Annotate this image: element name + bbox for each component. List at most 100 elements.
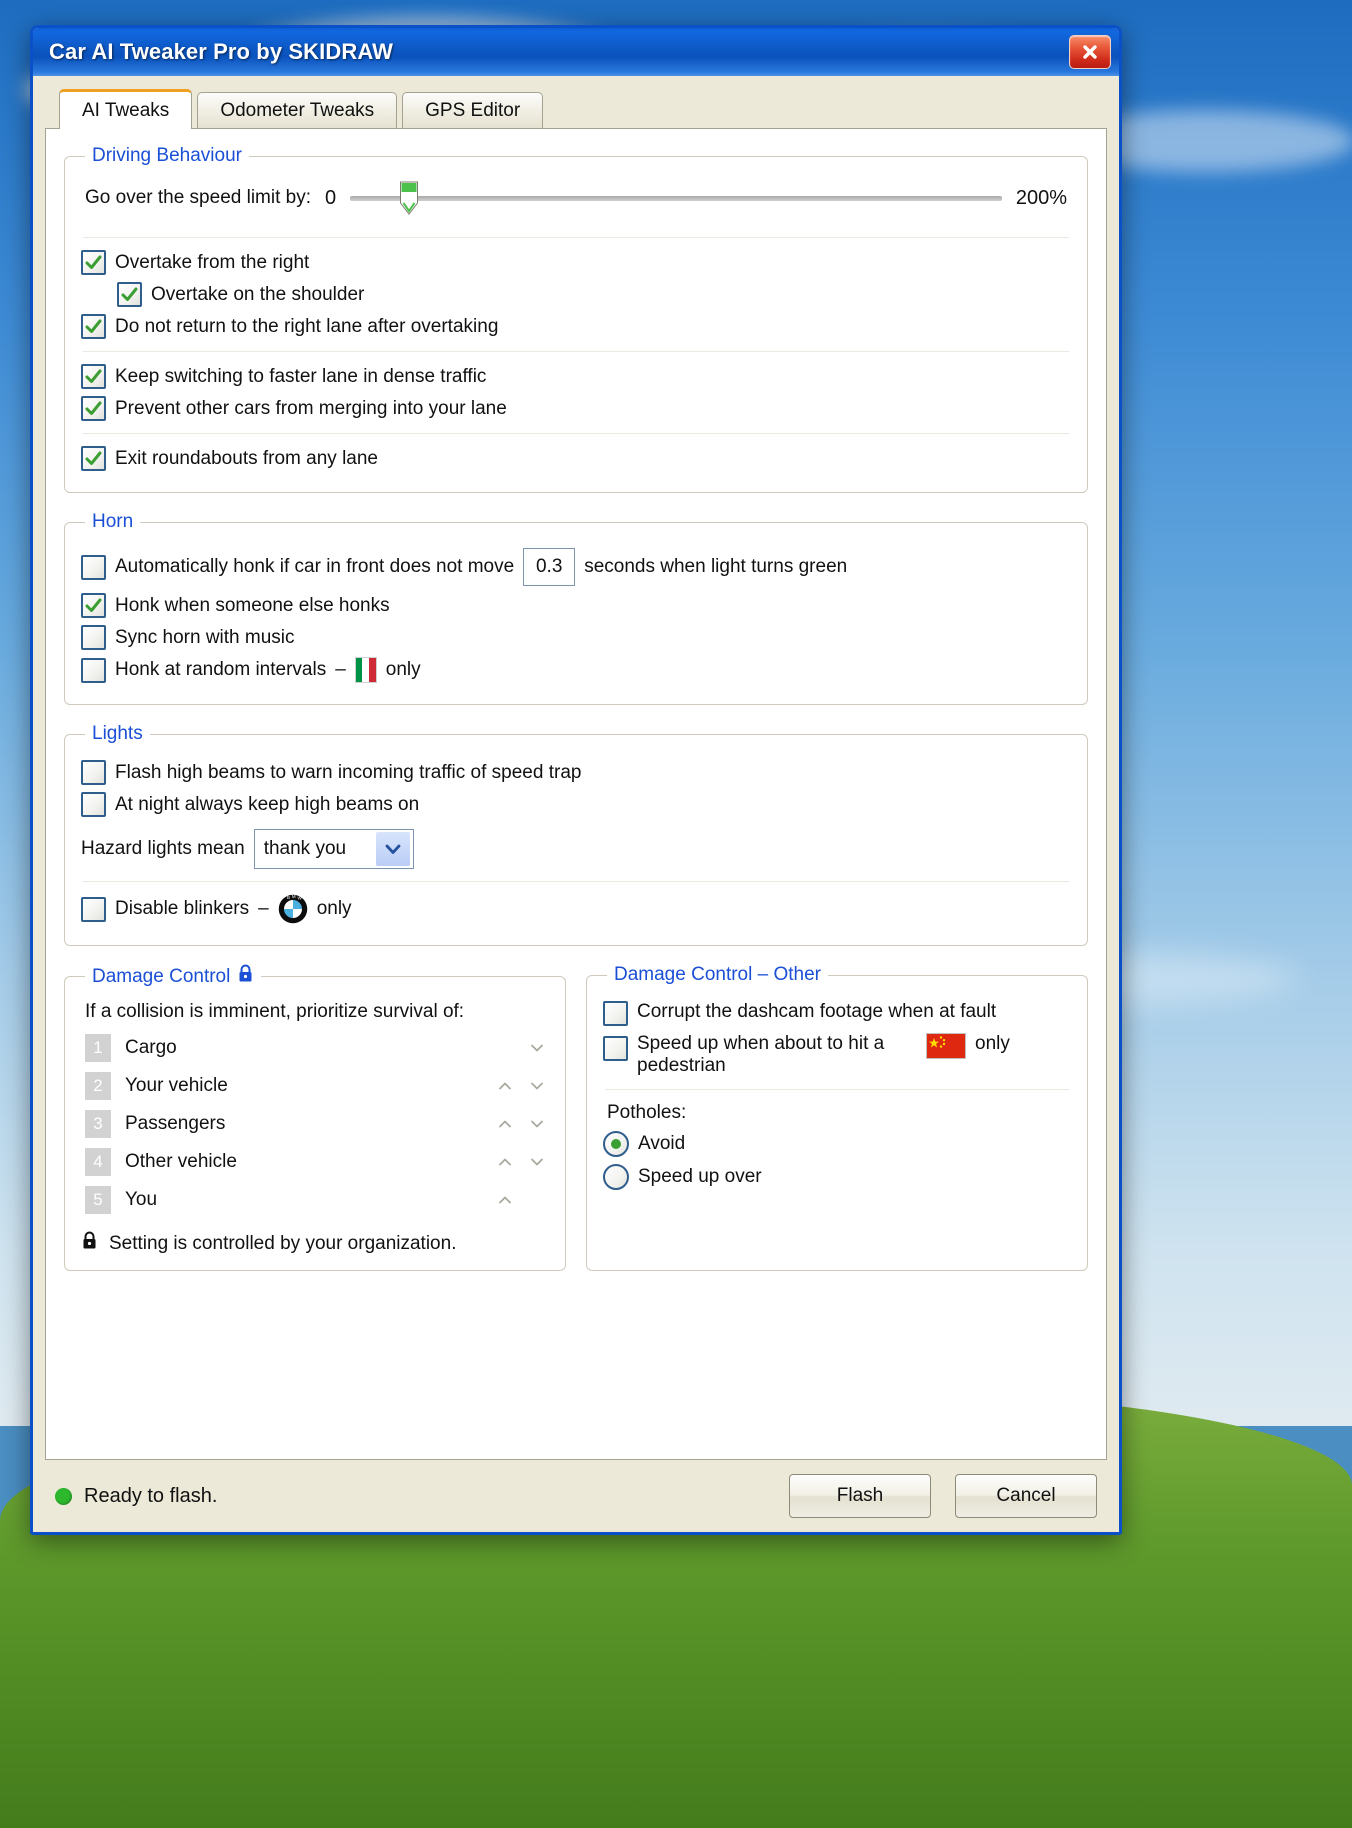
cancel-button[interactable]: Cancel: [955, 1474, 1097, 1518]
tab-gps-editor[interactable]: GPS Editor: [402, 92, 544, 128]
divider: [83, 433, 1069, 434]
priority-row[interactable]: 5 You: [81, 1181, 549, 1219]
status-text: Ready to flash.: [84, 1484, 218, 1507]
slider-thumb[interactable]: [399, 181, 418, 215]
checkbox-honk-random-intervals[interactable]: [81, 657, 106, 683]
move-up-icon[interactable]: [497, 1192, 513, 1208]
checkbox-label: Overtake from the right: [115, 251, 310, 273]
hazard-lights-row: Hazard lights mean thank you: [81, 829, 1071, 869]
group-legend-damage-control: Damage Control: [85, 964, 261, 989]
checkbox-row-keep-switching-lane[interactable]: Keep switching to faster lane in dense t…: [81, 364, 1071, 389]
checkbox-exit-roundabouts[interactable]: [81, 446, 106, 471]
radio-potholes-avoid[interactable]: [603, 1131, 629, 1157]
speed-limit-slider[interactable]: [350, 181, 1002, 215]
priority-name: You: [125, 1189, 158, 1210]
move-down-icon[interactable]: [529, 1078, 545, 1094]
checkbox-row-random-intervals[interactable]: Honk at random intervals – only: [81, 657, 1071, 683]
tab-odometer-tweaks[interactable]: Odometer Tweaks: [197, 92, 398, 128]
check-icon: [85, 255, 102, 269]
dash-separator: –: [258, 898, 269, 919]
radio-label: Avoid: [638, 1133, 686, 1154]
potholes-label: Potholes:: [607, 1102, 687, 1123]
checkbox-speed-up-pedestrian[interactable]: [603, 1036, 628, 1061]
checkbox-row-overtake-right[interactable]: Overtake from the right: [81, 250, 1071, 275]
move-down-icon[interactable]: [529, 1154, 545, 1170]
move-up-icon[interactable]: [497, 1154, 513, 1170]
tab-label: Odometer Tweaks: [220, 99, 375, 121]
checkbox-row-no-return-right-lane[interactable]: Do not return to the right lane after ov…: [81, 314, 1071, 339]
checkbox-corrupt-dashcam[interactable]: [603, 1001, 628, 1026]
checkbox-honk-when-someone-honks[interactable]: [81, 593, 106, 618]
radio-label: Speed up over: [638, 1166, 762, 1187]
tab-ai-tweaks[interactable]: AI Tweaks: [59, 89, 193, 129]
priority-row[interactable]: 3 Passengers: [81, 1105, 549, 1143]
checkbox-auto-honk[interactable]: [81, 554, 106, 580]
checkbox-row-disable-blinkers[interactable]: Disable blinkers – B M W only: [81, 894, 1071, 924]
damage-control-prompt: If a collision is imminent, prioritize s…: [85, 1001, 465, 1022]
move-up-icon[interactable]: [497, 1116, 513, 1132]
checkbox-row-sync-horn-music[interactable]: Sync horn with music: [81, 625, 1071, 650]
move-up-icon[interactable]: [497, 1078, 513, 1094]
checkbox-row-night-high-beams[interactable]: At night always keep high beams on: [81, 792, 1071, 817]
checkbox-row-honk-when-others-honk[interactable]: Honk when someone else honks: [81, 593, 1071, 618]
china-flag-icon: [926, 1033, 966, 1059]
priority-row[interactable]: 1 Cargo: [81, 1029, 549, 1067]
checkbox-row-flash-high-beams[interactable]: Flash high beams to warn incoming traffi…: [81, 760, 1071, 785]
checkbox-disable-blinkers[interactable]: [81, 896, 106, 922]
priority-row[interactable]: 2 Your vehicle: [81, 1067, 549, 1105]
checkbox-overtake-on-shoulder[interactable]: [117, 282, 142, 307]
checkbox-overtake-from-right[interactable]: [81, 250, 106, 275]
svg-text:W: W: [297, 896, 302, 901]
priority-row[interactable]: 4 Other vehicle: [81, 1143, 549, 1181]
checkbox-flash-high-beams[interactable]: [81, 760, 106, 785]
hazard-lights-select[interactable]: thank you: [253, 829, 414, 869]
auto-honk-row[interactable]: Automatically honk if car in front does …: [81, 548, 1071, 586]
checkbox-label: Honk at random intervals: [115, 659, 327, 680]
checkbox-row-overtake-shoulder[interactable]: Overtake on the shoulder: [117, 282, 1071, 307]
window-title: Car AI Tweaker Pro by SKIDRAW: [49, 39, 393, 64]
move-down-icon[interactable]: [529, 1116, 545, 1132]
checkbox-label: Sync horn with music: [115, 626, 295, 648]
auto-honk-text-before: Automatically honk if car in front does …: [115, 556, 515, 577]
checkbox-row-exit-roundabouts[interactable]: Exit roundabouts from any lane: [81, 446, 1071, 471]
check-icon: [85, 451, 102, 465]
priority-name: Other vehicle: [125, 1151, 237, 1172]
checkbox-row-speed-up-pedestrian[interactable]: Speed up when about to hit a pedestrian: [603, 1033, 1071, 1077]
checkbox-row-prevent-merging[interactable]: Prevent other cars from merging into you…: [81, 396, 1071, 421]
auto-honk-seconds-input[interactable]: 0.3: [523, 548, 576, 586]
chevron-down-icon[interactable]: [375, 832, 410, 866]
status-bar: Ready to flash. Flash Cancel: [33, 1460, 1119, 1532]
checkbox-label: Corrupt the dashcam footage when at faul…: [637, 1001, 997, 1022]
svg-text:M: M: [292, 894, 296, 899]
title-bar: Car AI Tweaker Pro by SKIDRAW: [33, 28, 1119, 76]
checkbox-label: Keep switching to faster lane in dense t…: [115, 365, 487, 387]
flag-suffix-label: only: [975, 1033, 1010, 1054]
lock-icon: [81, 1231, 98, 1256]
checkbox-night-keep-high-beams[interactable]: [81, 792, 106, 817]
close-button[interactable]: [1069, 35, 1111, 69]
move-down-icon[interactable]: [529, 1040, 545, 1056]
group-legend-horn: Horn: [92, 511, 134, 532]
app-window: Car AI Tweaker Pro by SKIDRAW AI Tweaks …: [30, 25, 1122, 1535]
close-icon: [1083, 45, 1097, 59]
checkbox-do-not-return-right-lane[interactable]: [81, 314, 106, 339]
checkbox-label: Do not return to the right lane after ov…: [115, 315, 499, 337]
checkbox-keep-switching-faster-lane[interactable]: [81, 364, 106, 389]
checkbox-label: At night always keep high beams on: [115, 793, 420, 815]
checkbox-row-corrupt-dashcam[interactable]: Corrupt the dashcam footage when at faul…: [603, 1001, 1071, 1026]
group-legend-driving-behaviour: Driving Behaviour: [92, 145, 242, 166]
slider-max-label: 200%: [1015, 186, 1067, 209]
divider: [83, 881, 1069, 882]
divider: [83, 237, 1069, 238]
radio-row-speed-up-over[interactable]: Speed up over: [603, 1164, 1071, 1190]
checkbox-prevent-merging[interactable]: [81, 396, 106, 421]
hazard-lights-label: Hazard lights mean: [81, 838, 245, 859]
radio-potholes-speed-up-over[interactable]: [603, 1164, 629, 1190]
checkbox-label: Speed up when about to hit a pedestrian: [637, 1033, 885, 1076]
flash-button[interactable]: Flash: [789, 1474, 931, 1518]
checkbox-sync-horn-with-music[interactable]: [81, 625, 106, 650]
auto-honk-text-after: seconds when light turns green: [584, 556, 848, 577]
radio-row-avoid[interactable]: Avoid: [603, 1131, 1071, 1157]
locked-note-text: Setting is controlled by your organizati…: [109, 1232, 457, 1254]
group-driving-behaviour: Driving Behaviour Go over the speed limi…: [64, 145, 1088, 493]
